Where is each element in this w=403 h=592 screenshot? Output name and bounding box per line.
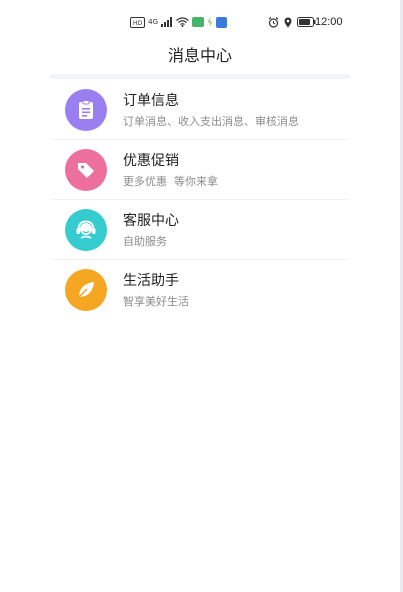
item-title: 生活助手	[123, 273, 179, 289]
alarm-icon	[268, 16, 279, 28]
app-notification-icon	[192, 17, 205, 27]
item-title: 优惠促销	[123, 153, 179, 169]
list-item-customer-service[interactable]: 客服中心 自助服务	[50, 200, 350, 260]
status-bar: HD 4G 12:00	[0, 0, 400, 44]
signal-icon	[161, 17, 173, 27]
location-icon	[284, 17, 292, 27]
status-time: 12:00	[315, 16, 343, 28]
list-item-life-assistant[interactable]: 生活助手 智享美好生活	[50, 260, 350, 319]
item-subtitle: 订单消息、收入支出消息、审核消息	[123, 115, 299, 128]
page-title: 消息中心	[167, 46, 232, 65]
hd-badge: HD	[130, 16, 146, 28]
wifi-icon	[176, 17, 189, 27]
clipboard-icon	[65, 89, 107, 131]
item-title: 订单信息	[123, 93, 179, 109]
headset-icon	[65, 209, 107, 251]
item-subtitle: 智享美好生活	[123, 295, 189, 308]
tag-icon	[65, 149, 107, 191]
message-category-list: 订单信息 订单消息、收入支出消息、审核消息 优惠促销 更多优惠 等你来拿 客服中…	[50, 80, 350, 319]
app-notification-blue-icon	[216, 16, 228, 28]
charging-icon	[207, 17, 213, 27]
header-divider	[50, 74, 350, 79]
network-type-label: 4G	[148, 18, 159, 26]
item-subtitle: 更多优惠 等你来拿	[123, 175, 218, 188]
leaf-icon	[65, 269, 107, 311]
item-subtitle: 自助服务	[123, 235, 167, 248]
status-right-icons	[268, 15, 316, 29]
item-title: 客服中心	[123, 213, 179, 229]
list-item-order-info[interactable]: 订单信息 订单消息、收入支出消息、审核消息	[50, 80, 350, 140]
battery-icon	[297, 17, 316, 27]
status-left-icons: HD 4G	[130, 15, 228, 29]
list-item-promotions[interactable]: 优惠促销 更多优惠 等你来拿	[50, 140, 350, 200]
